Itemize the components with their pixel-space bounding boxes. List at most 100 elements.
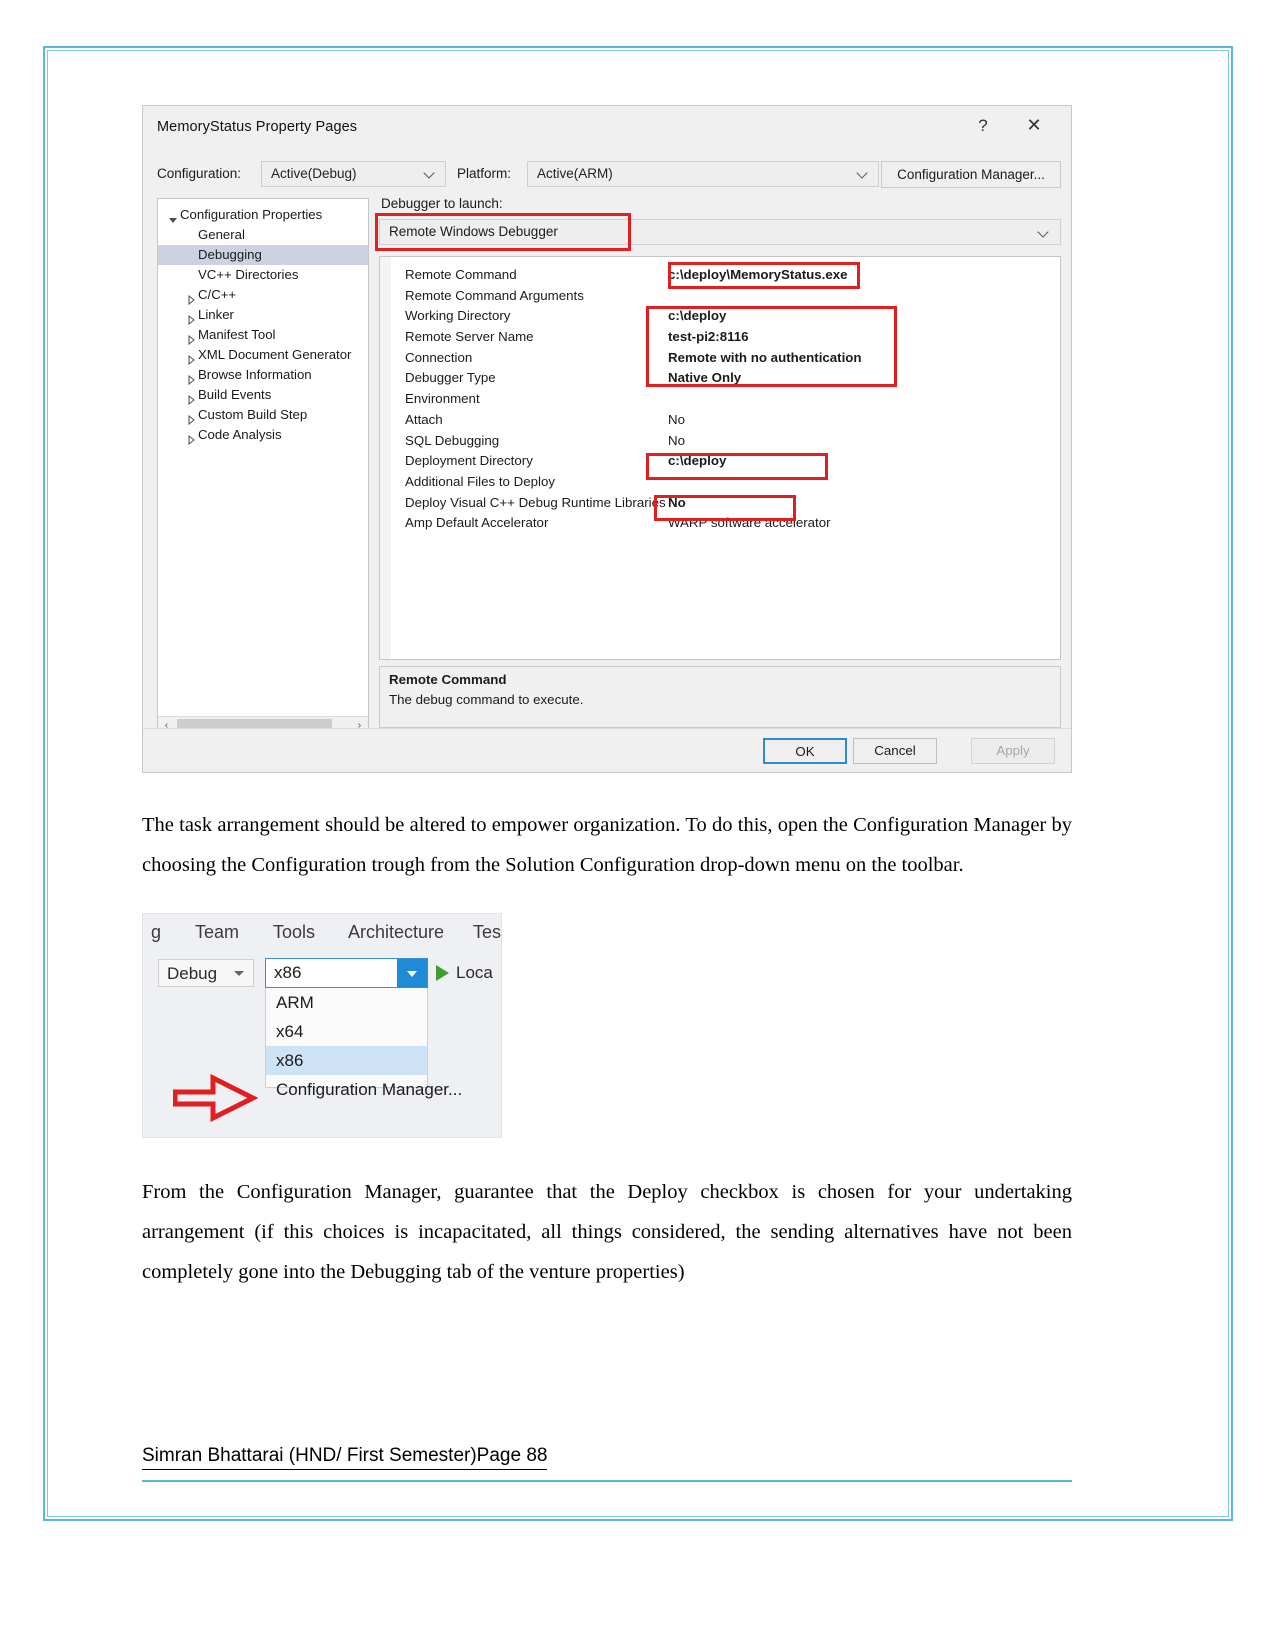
paragraph-two: From the Configuration Manager, guarante… <box>142 1181 1072 1283</box>
property-row[interactable]: Working Directory c:\deploy <box>380 306 1060 327</box>
tree-item-general[interactable]: General <box>158 225 368 245</box>
page-footer: Simran Bhattarai (HND/ First Semester)Pa… <box>142 1445 1072 1470</box>
run-target-label: Loca <box>456 963 493 982</box>
property-row[interactable]: SQL Debugging No <box>380 431 1060 452</box>
property-row[interactable]: Connection Remote with no authentication <box>380 348 1060 369</box>
property-row[interactable]: Attach No <box>380 410 1060 431</box>
triangle-collapsed-icon[interactable] <box>186 291 195 305</box>
menu-item-tools[interactable]: Tools <box>273 922 315 943</box>
dropdown-option-configuration-manager[interactable]: Configuration Manager... <box>266 1075 462 1104</box>
platform-dropdown-toggle[interactable] <box>397 959 427 987</box>
property-name: Connection <box>405 349 473 365</box>
tree-item-code-analysis[interactable]: Code Analysis <box>158 425 368 445</box>
tree-item-label: Build Events <box>198 387 272 402</box>
tree-item-label: Code Analysis <box>198 427 282 442</box>
property-name: SQL Debugging <box>405 432 500 448</box>
property-row[interactable]: Remote Command Arguments <box>380 286 1060 307</box>
tree-item-custom-build-step[interactable]: Custom Build Step <box>158 405 368 425</box>
triangle-collapsed-icon[interactable] <box>186 411 195 425</box>
property-value[interactable]: No <box>668 410 685 431</box>
chevron-down-icon <box>858 167 869 178</box>
red-arrow-annotation <box>173 1074 258 1122</box>
property-row[interactable]: Deploy Visual C++ Debug Runtime Librarie… <box>380 493 1060 514</box>
property-value[interactable]: c:\deploy <box>668 451 726 472</box>
tree-item-debugging[interactable]: Debugging <box>158 245 368 265</box>
dialog-button-row: OK Cancel Apply <box>143 728 1071 772</box>
property-row[interactable]: Amp Default Accelerator WARP software acc… <box>380 513 1060 534</box>
description-title: Remote Command <box>389 672 507 687</box>
property-row[interactable]: Environment <box>380 389 1060 410</box>
property-name: Remote Command <box>405 267 517 282</box>
triangle-collapsed-icon[interactable] <box>186 371 195 385</box>
tree-item-manifest-tool[interactable]: Manifest Tool <box>158 325 368 345</box>
configuration-row: Configuration: Active(Debug) Platform: A… <box>157 161 1061 189</box>
tree-item-xml-document-generator[interactable]: XML Document Generator <box>158 345 368 365</box>
menu-bar: g Team Tools Architecture Test <box>143 922 501 952</box>
tree-item-label: Manifest Tool <box>198 327 276 342</box>
configuration-label: Configuration: <box>157 166 242 181</box>
property-value[interactable]: Native Only <box>668 368 741 389</box>
menu-item-test[interactable]: Test <box>473 922 501 943</box>
property-row[interactable]: Remote Server Name test-pi2:8116 <box>380 327 1060 348</box>
configuration-select-value: Active(Debug) <box>271 166 357 181</box>
triangle-collapsed-icon[interactable] <box>186 331 195 345</box>
property-name: Debugger Type <box>405 370 496 386</box>
apply-button[interactable]: Apply <box>971 738 1055 764</box>
property-row[interactable]: Deployment Directory c:\deploy <box>380 451 1060 472</box>
menu-item-architecture[interactable]: Architecture <box>348 922 444 943</box>
play-icon[interactable] <box>436 965 449 981</box>
triangle-collapsed-icon[interactable] <box>186 391 195 405</box>
debugger-to-launch-select[interactable]: Remote Windows Debugger <box>379 219 1061 245</box>
tree-item-vc-directories[interactable]: VC++ Directories <box>158 265 368 285</box>
property-value[interactable]: WARP software accelerator <box>668 513 831 534</box>
platform-select[interactable]: Active(ARM) <box>527 161 879 187</box>
menu-item-team[interactable]: Team <box>195 922 239 943</box>
chevron-down-icon <box>425 167 436 178</box>
footer-rule <box>142 1480 1072 1482</box>
debugger-to-launch-value: Remote Windows Debugger <box>389 224 558 239</box>
configuration-tree-panel: Configuration Properties General Debugging… <box>157 198 369 736</box>
tree-item-configuration-properties[interactable]: Configuration Properties <box>158 205 368 225</box>
property-name: Attach <box>405 411 443 427</box>
description-body: The debug command to execute. <box>389 692 584 707</box>
configuration-select[interactable]: Active(Debug) <box>261 161 446 187</box>
tree-item-linker[interactable]: Linker <box>158 305 368 325</box>
tree-item-browse-information[interactable]: Browse Information <box>158 365 368 385</box>
property-name: Remote Command Arguments <box>405 287 584 303</box>
configuration-tree[interactable]: Configuration Properties General Debugging… <box>158 205 368 445</box>
property-value[interactable]: Remote with no authentication <box>668 348 862 369</box>
solution-configuration-select[interactable]: Debug <box>158 959 254 987</box>
property-value[interactable]: test-pi2:8116 <box>668 327 749 348</box>
solution-platform-value: x86 <box>274 963 302 982</box>
tree-item-c-c[interactable]: C/C++ <box>158 285 368 305</box>
cancel-button[interactable]: Cancel <box>853 738 937 764</box>
close-icon[interactable]: ✕ <box>1021 115 1047 135</box>
configuration-manager-button[interactable]: Configuration Manager... <box>881 161 1061 188</box>
tree-item-label: Linker <box>198 307 234 322</box>
tree-item-label: Custom Build Step <box>198 407 308 422</box>
triangle-collapsed-icon[interactable] <box>186 351 195 365</box>
property-row[interactable]: Debugger Type Native Only <box>380 368 1060 389</box>
menu-item-g[interactable]: g <box>151 922 161 943</box>
dropdown-option-x86[interactable]: x86 <box>266 1046 427 1075</box>
property-name: Environment <box>405 391 480 407</box>
property-row[interactable]: Additional Files to Deploy <box>380 472 1060 493</box>
property-value[interactable]: No <box>668 431 685 452</box>
platform-dropdown-menu[interactable]: ARM x64 x86 Configuration Manager... <box>265 988 462 1099</box>
property-value[interactable]: c:\deploy <box>668 306 726 327</box>
triangle-collapsed-icon[interactable] <box>186 431 195 445</box>
ok-button[interactable]: OK <box>763 738 847 764</box>
triangle-expanded-icon[interactable] <box>168 211 177 223</box>
triangle-collapsed-icon[interactable] <box>186 311 195 325</box>
solution-platform-select[interactable]: x86 <box>265 958 428 988</box>
dropdown-option-x64[interactable]: x64 <box>266 1017 427 1046</box>
property-row[interactable]: Remote Command c:\deploy\MemoryStatus.exe <box>380 265 1060 286</box>
property-pages-dialog: MemoryStatus Property Pages ? ✕ Configur… <box>142 105 1072 773</box>
dropdown-option-arm[interactable]: ARM <box>266 988 427 1017</box>
tree-item-label: VC++ Directories <box>198 267 299 282</box>
tree-item-build-events[interactable]: Build Events <box>158 385 368 405</box>
property-value[interactable]: No <box>668 493 686 514</box>
property-value[interactable]: c:\deploy\MemoryStatus.exe <box>668 265 848 286</box>
help-icon[interactable]: ? <box>970 116 996 136</box>
property-description-panel: Remote Command The debug command to exec… <box>379 666 1061 728</box>
